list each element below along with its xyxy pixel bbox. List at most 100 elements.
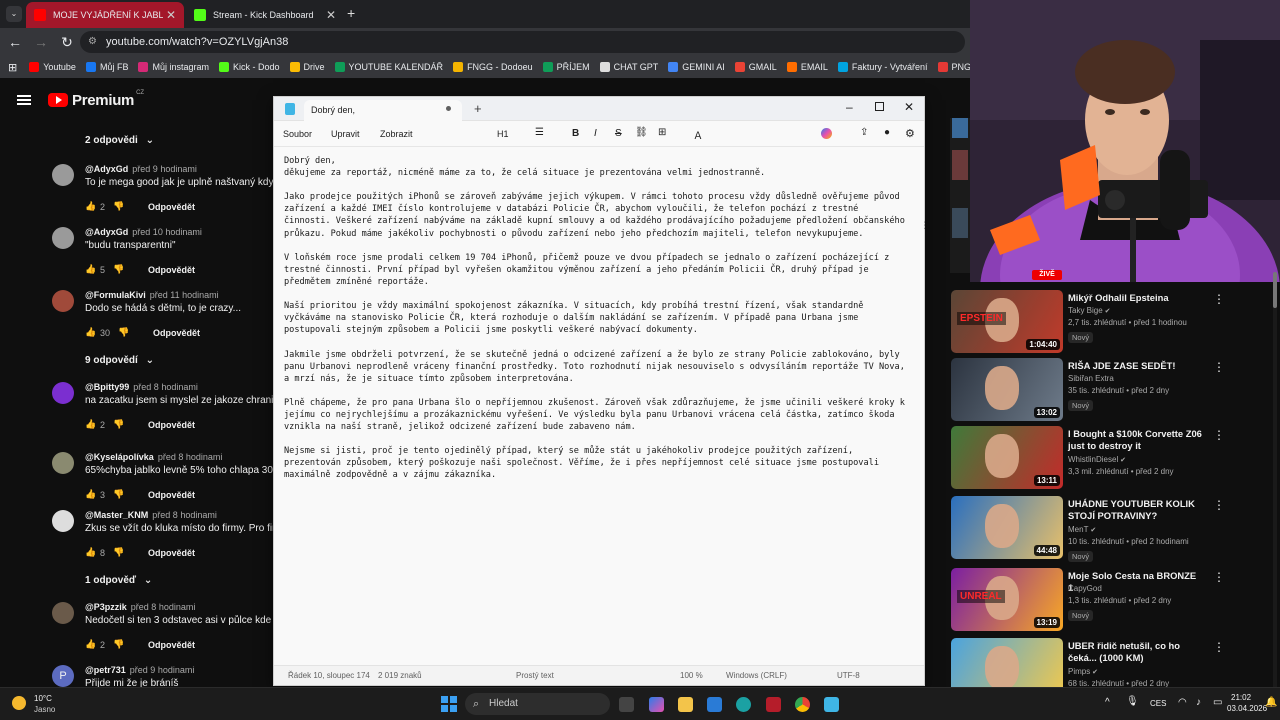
weather-temp[interactable]: 10°C — [34, 694, 52, 703]
reply-button[interactable]: Odpovědět — [148, 265, 195, 275]
bookmark-item[interactable]: PNG to PDF — [937, 62, 970, 72]
channel-name-row[interactable]: CapyGod — [1068, 584, 1102, 593]
notepad-taskbar-icon[interactable] — [824, 697, 839, 712]
close-tab-icon[interactable]: ✕ — [166, 8, 176, 22]
clock-date[interactable]: 03.04.2026 — [1227, 704, 1267, 713]
comment-time[interactable]: před 9 hodinami — [132, 164, 197, 174]
dislike-icon[interactable]: 👎 — [113, 547, 124, 558]
menu-icon[interactable] — [17, 95, 31, 105]
close-icon[interactable]: ✕ — [904, 100, 914, 114]
comment-time[interactable]: před 11 hodinami — [150, 290, 219, 300]
avatar[interactable]: P — [52, 665, 74, 687]
comment-time[interactable]: před 8 hodinami — [158, 452, 223, 462]
like-icon[interactable]: 👍 — [85, 264, 96, 275]
comment-author[interactable]: @Bpitty99 — [85, 382, 129, 392]
bookmark-item[interactable]: EMAIL — [786, 62, 828, 72]
reply-button[interactable]: Odpovědět — [153, 328, 200, 338]
bookmark-item[interactable]: GEMINI AI — [668, 62, 725, 72]
unsaved-dot-icon[interactable] — [446, 106, 451, 111]
avatar[interactable] — [52, 227, 74, 249]
italic-icon[interactable]: I — [594, 128, 597, 139]
reply-button[interactable]: Odpovědět — [148, 548, 195, 558]
like-icon[interactable]: 👍 — [85, 547, 96, 558]
taskbar-search[interactable]: ⌕ Hledat — [465, 693, 610, 715]
comment-author[interactable]: @petr731 — [85, 665, 126, 675]
reply-button[interactable]: Odpovědět — [148, 202, 195, 212]
comment-time[interactable]: před 8 hodinami — [152, 510, 217, 520]
text-format[interactable]: Prostý text — [516, 671, 554, 680]
video-title[interactable]: UBER řidič netušil, co ho čeká... (1000 … — [1068, 640, 1203, 664]
video-item[interactable]: 44:48 UHÁDNE YOUTUBER KOLIK STOJÍ POTRAVI… — [951, 496, 1280, 562]
language-indicator[interactable]: CES — [1150, 699, 1166, 708]
comment-author[interactable]: @P3pzzik — [85, 602, 127, 612]
comment-author[interactable]: @FormulaKivi — [85, 290, 146, 300]
tab-youtube[interactable]: MOJE VYJÁDŘENÍ K JABLKOVÉ ✕ — [26, 2, 184, 28]
heading-dropdown[interactable]: H1 — [497, 129, 509, 139]
forward-icon[interactable]: → — [28, 34, 54, 50]
microphone-icon[interactable]: 🎙 — [1126, 696, 1139, 707]
video-thumbnail[interactable]: EPSTEIN 1:04:40 — [951, 290, 1063, 353]
dislike-icon[interactable]: 👎 — [118, 327, 129, 338]
weather-sun-icon[interactable] — [12, 696, 26, 710]
video-title[interactable]: I Bought a $100k Corvette Z06 just to de… — [1068, 428, 1203, 452]
more-options-icon[interactable]: ⋮ — [1213, 570, 1225, 584]
avatar[interactable] — [52, 602, 74, 624]
video-item[interactable]: EPSTEIN 1:04:40 Mikýř Odhalil Epsteina Taky… — [951, 290, 1280, 356]
tab-list-button[interactable]: ⌄ — [6, 6, 22, 22]
url-field[interactable]: ⚙ youtube.com/watch?v=OZYLVgjAn38 — [80, 31, 965, 53]
maximize-icon[interactable] — [875, 102, 884, 111]
bookmark-item[interactable]: GMAIL — [734, 62, 777, 72]
video-thumbnail[interactable]: UNREAL 13:19 — [951, 568, 1063, 631]
dislike-icon[interactable]: 👎 — [113, 201, 124, 212]
bookmark-item[interactable]: Drive — [289, 62, 325, 72]
avatar[interactable] — [52, 382, 74, 404]
replies-toggle[interactable]: 9 odpovědí ⌄ — [85, 355, 154, 366]
new-tab-icon[interactable]: + — [474, 101, 482, 116]
dislike-icon[interactable]: 👎 — [113, 264, 124, 275]
copilot-taskbar-icon[interactable] — [649, 697, 664, 712]
video-title[interactable]: RIŠA JDE ZASE SEDĚT! — [1068, 360, 1203, 372]
task-view-icon[interactable] — [619, 697, 634, 712]
video-item[interactable]: 13:11 I Bought a $100k Corvette Z06 just … — [951, 426, 1280, 492]
avatar[interactable] — [52, 164, 74, 186]
close-tab-icon[interactable]: ✕ — [326, 8, 336, 22]
video-thumbnail[interactable]: 44:48 — [951, 496, 1063, 559]
bold-icon[interactable]: B — [572, 128, 579, 139]
avatar[interactable] — [52, 452, 74, 474]
youtube-brand[interactable]: Premium — [72, 92, 134, 109]
comment-time[interactable]: před 10 hodinami — [132, 227, 202, 237]
channel-name-row[interactable]: MenT ✔ — [1068, 525, 1096, 534]
bookmark-item[interactable]: Můj instagram — [138, 62, 209, 72]
comment-time[interactable]: před 8 hodinami — [133, 382, 198, 392]
notepad-tab[interactable]: Dobrý den, — [304, 100, 462, 121]
capture-app-icon[interactable] — [766, 697, 781, 712]
reply-button[interactable]: Odpovědět — [148, 640, 195, 650]
bookmark-item[interactable]: Youtube — [29, 62, 76, 72]
video-title[interactable]: Mikýř Odhalil Epsteina — [1068, 292, 1203, 304]
volume-icon[interactable]: ♪ — [1196, 697, 1201, 708]
bookmark-item[interactable]: Můj FB — [85, 62, 128, 72]
apps-icon[interactable]: ⊞ — [8, 61, 17, 74]
reload-icon[interactable]: ↻ — [54, 34, 80, 51]
account-icon[interactable]: ● — [884, 127, 890, 138]
bookmark-item[interactable]: FNGG - Dodoeu — [453, 62, 533, 72]
more-options-icon[interactable]: ⋮ — [1213, 428, 1225, 442]
copilot-icon[interactable] — [821, 128, 832, 139]
menu-view[interactable]: Zobrazit — [380, 129, 413, 139]
tray-chevron-icon[interactable]: ^ — [1105, 697, 1110, 708]
more-options-icon[interactable]: ⋮ — [1213, 360, 1225, 374]
dislike-icon[interactable]: 👎 — [113, 639, 124, 650]
strikethrough-icon[interactable]: S — [615, 128, 622, 139]
more-options-icon[interactable]: ⋮ — [1213, 292, 1225, 306]
comment-time[interactable]: před 9 hodinami — [130, 665, 195, 675]
table-icon[interactable]: ⊞ — [658, 127, 666, 138]
tab-kick[interactable]: Stream - Kick Dashboard ✕ — [186, 2, 344, 28]
bookmark-item[interactable]: Kick - Dodo — [218, 62, 280, 72]
more-options-icon[interactable]: ⋮ — [1213, 498, 1225, 512]
video-item[interactable]: 13:02 RIŠA JDE ZASE SEDĚT! Sibiřan Extra 35… — [951, 358, 1280, 424]
reply-button[interactable]: Odpovědět — [148, 490, 195, 500]
site-info-icon[interactable]: ⚙ — [88, 31, 97, 53]
bookmark-item[interactable]: CHAT GPT — [599, 62, 658, 72]
replies-toggle[interactable]: 1 odpověď ⌄ — [85, 575, 152, 586]
comment-author[interactable]: @Master_KNM — [85, 510, 148, 520]
